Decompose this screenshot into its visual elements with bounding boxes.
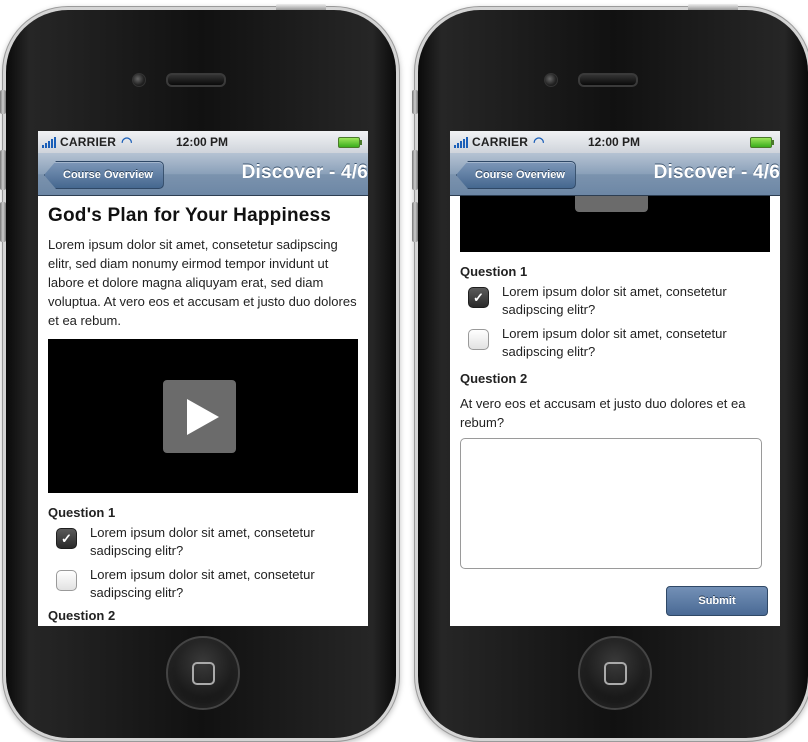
back-button[interactable]: Course Overview — [44, 161, 164, 189]
checkmark-icon[interactable]: ✓ — [468, 287, 489, 308]
wifi-icon: ◠ — [533, 134, 545, 149]
battery-icon — [338, 137, 362, 148]
option-label: Lorem ipsum dolor sit amet, consetetur s… — [502, 326, 727, 359]
volume-up-button — [0, 150, 6, 190]
clock: 12:00 PM — [176, 135, 229, 149]
navigation-bar: Course Overview Discover - 4/6 — [38, 153, 368, 196]
front-camera — [132, 73, 146, 87]
answer-textarea[interactable] — [460, 438, 762, 569]
play-icon[interactable] — [575, 196, 648, 212]
checkbox-empty[interactable] — [468, 329, 489, 350]
wifi-icon: ◠ — [121, 134, 133, 149]
status-bar: CARRIER ◠ 12:00 PM — [38, 131, 368, 153]
video-player[interactable] — [48, 339, 358, 493]
signal-icon — [42, 136, 56, 148]
lesson-body: Lorem ipsum dolor sit amet, consetetur s… — [48, 237, 357, 328]
battery-icon — [750, 137, 774, 148]
checkmark-icon[interactable]: ✓ — [56, 528, 77, 549]
home-button[interactable] — [166, 636, 240, 710]
question-1-option-1[interactable]: ✓ Lorem ipsum dolor sit amet, consetetur… — [56, 524, 358, 560]
earpiece-speaker — [578, 73, 638, 87]
submit-button[interactable]: Submit — [666, 586, 768, 616]
question-2-prompt: At vero eos et accusam et justo duo dolo… — [460, 396, 746, 430]
back-button[interactable]: Course Overview — [456, 161, 576, 189]
option-label: Lorem ipsum dolor sit amet, consetetur s… — [90, 525, 315, 558]
page-title: Discover - 4/6 — [653, 162, 780, 183]
volume-down-button — [0, 202, 6, 242]
phone-frame-right: CARRIER ◠ 12:00 PM Course Overview Disco… — [412, 4, 808, 738]
power-button — [688, 4, 738, 10]
question-1-option-2[interactable]: Lorem ipsum dolor sit amet, consetetur s… — [468, 325, 770, 361]
question-1-label: Question 1 — [460, 264, 528, 279]
option-label: Lorem ipsum dolor sit amet, consetetur s… — [90, 567, 315, 600]
mute-switch — [412, 90, 418, 114]
signal-icon — [454, 136, 468, 148]
front-camera — [544, 73, 558, 87]
play-icon[interactable] — [163, 380, 236, 453]
navigation-bar: Course Overview Discover - 4/6 — [450, 153, 780, 196]
phone-frame-left: CARRIER ◠ 12:00 PM Course Overview Disco… — [0, 4, 396, 738]
earpiece-speaker — [166, 73, 226, 87]
carrier-label: CARRIER — [472, 135, 529, 149]
question-2-label-cutoff: Question 2 — [48, 608, 116, 623]
mute-switch — [0, 90, 6, 114]
lesson-content: God's Plan for Your Happiness Lorem ipsu… — [38, 205, 368, 623]
volume-up-button — [412, 150, 418, 190]
screen-right: CARRIER ◠ 12:00 PM Course Overview Disco… — [450, 131, 780, 626]
question-1-option-2[interactable]: Lorem ipsum dolor sit amet, consetetur s… — [56, 566, 358, 602]
question-1-option-1[interactable]: ✓ Lorem ipsum dolor sit amet, consetetur… — [468, 283, 770, 319]
power-button — [276, 4, 326, 10]
volume-down-button — [412, 202, 418, 242]
carrier-label: CARRIER — [60, 135, 117, 149]
question-1-label: Question 1 — [48, 505, 116, 520]
clock: 12:00 PM — [588, 135, 641, 149]
home-button[interactable] — [578, 636, 652, 710]
option-label: Lorem ipsum dolor sit amet, consetetur s… — [502, 284, 727, 317]
status-bar: CARRIER ◠ 12:00 PM — [450, 131, 780, 153]
page-title: Discover - 4/6 — [241, 162, 368, 183]
checkbox-empty[interactable] — [56, 570, 77, 591]
screen-left: CARRIER ◠ 12:00 PM Course Overview Disco… — [38, 131, 368, 626]
lesson-title: God's Plan for Your Happiness — [48, 205, 332, 226]
quiz-content: Question 1 ✓ Lorem ipsum dolor sit amet,… — [450, 196, 780, 616]
video-player-scrolled[interactable] — [460, 196, 770, 252]
question-2-label: Question 2 — [460, 371, 528, 386]
